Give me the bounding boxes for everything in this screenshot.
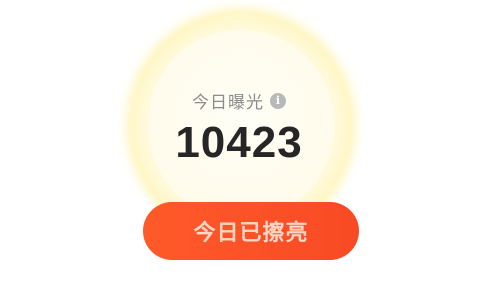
info-icon[interactable]: i: [270, 92, 286, 109]
polished-today-button[interactable]: 今日已擦亮: [143, 202, 359, 260]
exposure-title-row: 今日曝光 i: [0, 88, 478, 113]
exposure-title: 今日曝光: [192, 93, 264, 113]
exposure-card: 今日曝光 i 10423 今日已擦亮: [0, 0, 478, 290]
exposure-count: 10423: [175, 118, 303, 167]
